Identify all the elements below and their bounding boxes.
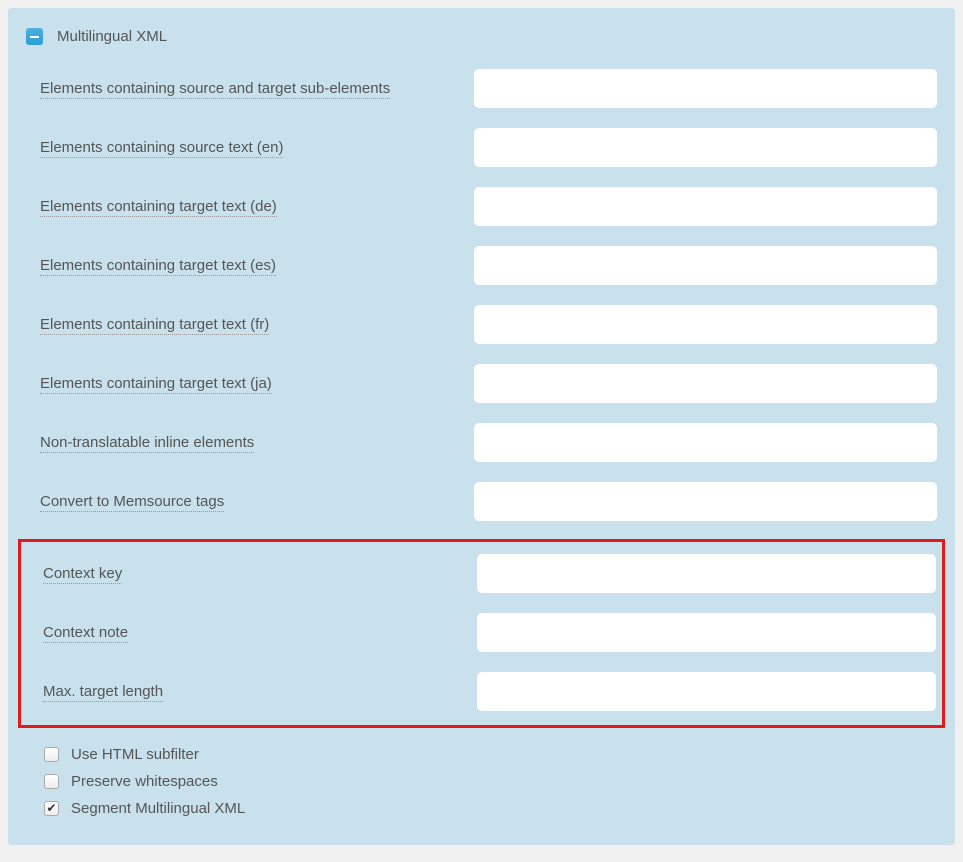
label-context-note: Context note: [27, 624, 477, 641]
label-source-text-en: Elements containing source text (en): [26, 139, 474, 156]
input-non-translatable[interactable]: [474, 423, 937, 462]
row-target-text-fr: Elements containing target text (fr): [26, 303, 937, 346]
label-context-key: Context key: [27, 565, 477, 582]
row-source-target-elements: Elements containing source and target su…: [26, 67, 937, 110]
input-target-text-ja[interactable]: [474, 364, 937, 403]
highlight-box: Context key Context note Max. target len…: [18, 539, 945, 728]
row-context-note: Context note: [27, 611, 936, 654]
label-target-text-ja: Elements containing target text (ja): [26, 375, 474, 392]
checkbox-preserve-whitespaces[interactable]: [44, 774, 59, 789]
input-max-target-length[interactable]: [477, 672, 936, 711]
label-target-text-de: Elements containing target text (de): [26, 198, 474, 215]
collapse-icon[interactable]: [26, 28, 43, 45]
label-target-text-es: Elements containing target text (es): [26, 257, 474, 274]
label-segment-multilingual-xml: Segment Multilingual XML: [71, 800, 245, 817]
multilingual-xml-panel: Multilingual XML Elements containing sou…: [8, 8, 955, 845]
row-max-target-length: Max. target length: [27, 670, 936, 713]
label-use-html-subfilter: Use HTML subfilter: [71, 746, 199, 763]
label-non-translatable: Non-translatable inline elements: [26, 434, 474, 451]
input-source-target-elements[interactable]: [474, 69, 937, 108]
row-context-key: Context key: [27, 552, 936, 595]
panel-header: Multilingual XML: [26, 28, 937, 45]
input-source-text-en[interactable]: [474, 128, 937, 167]
label-source-target-elements: Elements containing source and target su…: [26, 80, 474, 97]
checkbox-segment-multilingual-xml[interactable]: [44, 801, 59, 816]
row-use-html-subfilter: Use HTML subfilter: [26, 746, 937, 763]
checkbox-use-html-subfilter[interactable]: [44, 747, 59, 762]
panel-title: Multilingual XML: [57, 28, 167, 45]
label-target-text-fr: Elements containing target text (fr): [26, 316, 474, 333]
label-max-target-length: Max. target length: [27, 683, 477, 700]
label-preserve-whitespaces: Preserve whitespaces: [71, 773, 218, 790]
row-target-text-es: Elements containing target text (es): [26, 244, 937, 287]
input-context-note[interactable]: [477, 613, 936, 652]
row-target-text-de: Elements containing target text (de): [26, 185, 937, 228]
row-segment-multilingual-xml: Segment Multilingual XML: [26, 800, 937, 817]
input-context-key[interactable]: [477, 554, 936, 593]
input-target-text-es[interactable]: [474, 246, 937, 285]
input-target-text-fr[interactable]: [474, 305, 937, 344]
row-target-text-ja: Elements containing target text (ja): [26, 362, 937, 405]
label-convert-tags: Convert to Memsource tags: [26, 493, 474, 510]
input-target-text-de[interactable]: [474, 187, 937, 226]
row-source-text-en: Elements containing source text (en): [26, 126, 937, 169]
input-convert-tags[interactable]: [474, 482, 937, 521]
row-preserve-whitespaces: Preserve whitespaces: [26, 773, 937, 790]
row-convert-tags: Convert to Memsource tags: [26, 480, 937, 523]
row-non-translatable: Non-translatable inline elements: [26, 421, 937, 464]
